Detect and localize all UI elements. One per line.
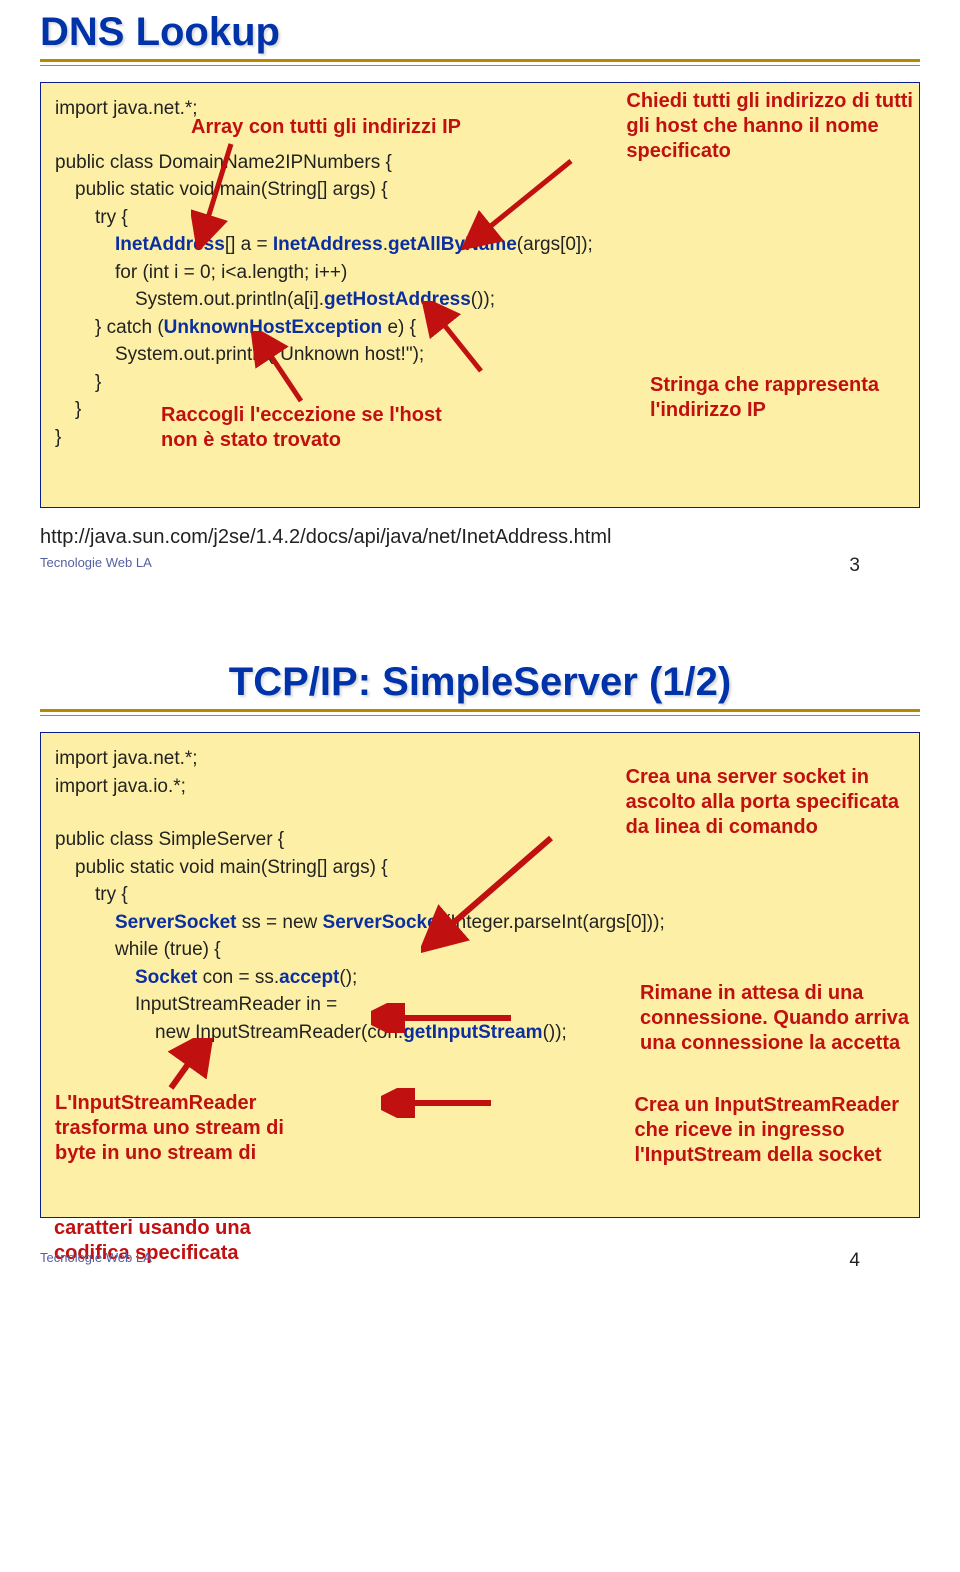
annotation-string: Stringa che rappresenta l'indirizzo IP [650,373,879,423]
anno-text: Raccogli l'eccezione se l'host [161,404,442,426]
footer-text: Tecnologie Web LA [40,1250,152,1265]
code-line: for (int i = 0; i<a.length; i++) [55,259,905,287]
anno-text: trasforma uno stream di [55,1117,284,1139]
anno-text: l'indirizzo IP [650,399,766,421]
annotation-left: L'InputStreamReader trasforma uno stream… [55,1091,284,1166]
annotation-top: Chiedi tutti gli indirizzo di tutti gli … [626,89,913,164]
annotation-wait: Rimane in attesa di una connessione. Qua… [640,981,909,1056]
divider-thin [40,715,920,716]
code-block: Chiedi tutti gli indirizzo di tutti gli … [40,82,920,508]
anno-text: caratteri usando una [54,1217,251,1239]
anno-text: che riceve in ingresso [634,1119,844,1141]
code-line: public static void main(String[] args) { [55,176,905,204]
code-block: Crea una server socket in ascolto alla p… [40,732,920,1218]
annotation-array: Array con tutti gli indirizzi IP [191,115,461,140]
divider [40,709,920,712]
anno-text: Stringa che rappresenta [650,374,879,396]
code-line: System.out.println(a[i].getHostAddress()… [55,286,905,314]
code-line: ServerSocket ss = new ServerSocket(Integ… [55,909,905,937]
anno-text: byte in uno stream di [55,1142,256,1164]
code-line: try { [55,881,905,909]
code-line: while (true) { [55,936,905,964]
annotation-isr: Crea un InputStreamReader che riceve in … [634,1093,899,1168]
anno-text: non è stato trovato [161,429,341,451]
anno-text: Crea una server socket in [626,766,869,788]
code-line: public static void main(String[] args) { [55,854,905,882]
anno-text: da linea di comando [626,816,818,838]
annotation-catch: Raccogli l'eccezione se l'host non è sta… [161,403,442,453]
page-number: 4 [849,1250,860,1272]
page-number: 3 [849,555,860,577]
anno-text: specificato [626,140,730,162]
anno-text: una connessione la accetta [640,1032,900,1054]
annotation-server: Crea una server socket in ascolto alla p… [626,765,899,840]
code-line: try { [55,204,905,232]
divider-thin [40,65,920,66]
divider [40,59,920,62]
footer-text: Tecnologie Web LA [40,555,152,570]
anno-text: gli host che hanno il nome [626,115,878,137]
anno-text: connessione. Quando arriva [640,1007,909,1029]
arrow-icon [381,1088,501,1118]
reference-url: http://java.sun.com/j2se/1.4.2/docs/api/… [40,526,920,549]
slide-title: TCP/IP: SimpleServer (1/2) [40,660,920,705]
anno-text: L'InputStreamReader [55,1092,256,1114]
anno-text: Chiedi tutti gli indirizzo di tutti [626,90,913,112]
code-line: InetAddress[] a = InetAddress.getAllByNa… [55,231,905,259]
anno-text: Crea un InputStreamReader [634,1094,899,1116]
arrow-icon [161,1038,221,1098]
anno-text: l'InputStream della socket [634,1144,881,1166]
anno-text: ascolto alla porta specificata [626,791,899,813]
anno-text: Rimane in attesa di una [640,982,863,1004]
code-line: System.out.println("Unknown host!"); [55,341,905,369]
slide-footer: Tecnologie Web LA 3 [40,555,920,570]
slide-footer: Tecnologie Web LA 4 [40,1250,920,1265]
slide-title: DNS Lookup [40,10,920,55]
code-line: } catch (UnknownHostException e) { [55,314,905,342]
